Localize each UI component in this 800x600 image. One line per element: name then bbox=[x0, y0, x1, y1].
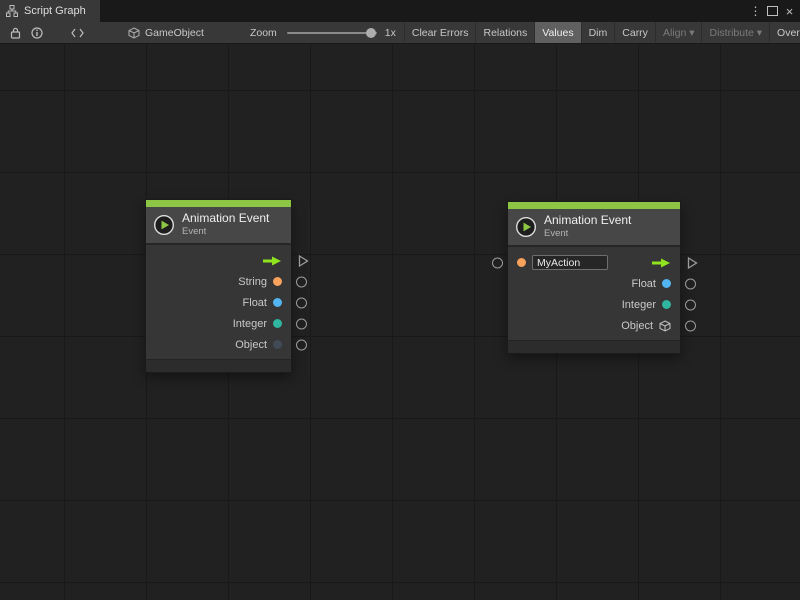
carry-button[interactable]: Carry bbox=[614, 22, 655, 44]
tab-script-graph[interactable]: Script Graph bbox=[0, 0, 100, 22]
node-accent-bar bbox=[146, 200, 291, 207]
zoom-value: 1x bbox=[385, 27, 396, 39]
code-icon[interactable] bbox=[66, 22, 88, 43]
float-type-icon bbox=[662, 279, 671, 288]
string-type-icon bbox=[517, 258, 526, 267]
node-animation-event-2[interactable]: Animation Event Event bbox=[508, 202, 680, 353]
script-graph-icon bbox=[6, 5, 18, 17]
window-titlebar: Script Graph ⋮ × bbox=[0, 0, 800, 22]
relations-button[interactable]: Relations bbox=[475, 22, 534, 44]
dim-button[interactable]: Dim bbox=[581, 22, 615, 44]
target-gameobject[interactable]: GameObject bbox=[128, 27, 204, 39]
name-input-port[interactable] bbox=[492, 257, 503, 268]
name-input-row bbox=[508, 252, 680, 273]
node-subtitle: Event bbox=[544, 228, 631, 239]
values-button[interactable]: Values bbox=[534, 22, 580, 44]
output-label: Integer bbox=[233, 318, 267, 330]
output-row-float: Float bbox=[146, 292, 291, 313]
node-header[interactable]: Animation Event Event bbox=[146, 207, 291, 245]
float-type-icon bbox=[273, 298, 282, 307]
zoom-label: Zoom bbox=[250, 27, 277, 39]
output-label: Object bbox=[235, 339, 267, 351]
action-name-field[interactable] bbox=[532, 255, 608, 270]
event-play-icon bbox=[515, 216, 537, 238]
align-button[interactable]: Align ▾ bbox=[655, 22, 702, 44]
output-label: String bbox=[238, 276, 267, 288]
output-row-integer: Integer bbox=[146, 313, 291, 334]
output-row-object: Object bbox=[508, 315, 680, 336]
integer-output-port[interactable] bbox=[685, 299, 696, 310]
object-type-icon bbox=[273, 340, 282, 349]
output-row-integer: Integer bbox=[508, 294, 680, 315]
node-title: Animation Event bbox=[544, 214, 631, 227]
tab-title: Script Graph bbox=[24, 5, 86, 17]
flow-output-port[interactable] bbox=[687, 256, 698, 269]
node-header[interactable]: Animation Event Event bbox=[508, 209, 680, 247]
string-type-icon bbox=[273, 277, 282, 286]
output-row-object: Object bbox=[146, 334, 291, 355]
node-animation-event-1[interactable]: Animation Event Event bbox=[146, 200, 291, 372]
output-row-string: String bbox=[146, 271, 291, 292]
object-cube-icon bbox=[659, 320, 671, 332]
zoom-slider[interactable] bbox=[287, 32, 377, 34]
lock-icon[interactable] bbox=[4, 22, 26, 43]
output-label: Float bbox=[632, 278, 656, 290]
distribute-button[interactable]: Distribute ▾ bbox=[701, 22, 769, 44]
node-title: Animation Event bbox=[182, 212, 269, 225]
node-footer bbox=[146, 359, 291, 372]
output-label: Float bbox=[243, 297, 267, 309]
float-output-port[interactable] bbox=[296, 297, 307, 308]
info-icon[interactable] bbox=[26, 22, 48, 43]
float-output-port[interactable] bbox=[685, 278, 696, 289]
integer-output-port[interactable] bbox=[296, 318, 307, 329]
graph-canvas[interactable]: Animation Event Event bbox=[0, 44, 800, 600]
node-subtitle: Event bbox=[182, 226, 269, 237]
output-label: Object bbox=[621, 320, 653, 332]
flow-arrow-icon bbox=[652, 257, 671, 269]
script-graph-window: Script Graph ⋮ × bbox=[0, 0, 800, 600]
zoom-slider-thumb[interactable] bbox=[366, 28, 376, 38]
event-play-icon bbox=[153, 214, 175, 236]
clear-errors-button[interactable]: Clear Errors bbox=[404, 22, 476, 44]
flow-output-row bbox=[146, 250, 291, 271]
node-body: String Float Integer Object bbox=[146, 245, 291, 359]
output-row-float: Float bbox=[508, 273, 680, 294]
node-body: Float Integer Object bbox=[508, 247, 680, 340]
object-output-port[interactable] bbox=[296, 339, 307, 350]
integer-type-icon bbox=[662, 300, 671, 309]
node-footer bbox=[508, 340, 680, 353]
graph-toolbar: GameObject Zoom 1x Clear Errors Relation… bbox=[0, 22, 800, 44]
gameobject-icon bbox=[128, 27, 140, 39]
string-output-port[interactable] bbox=[296, 276, 307, 287]
output-label: Integer bbox=[622, 299, 656, 311]
flow-output-port[interactable] bbox=[298, 254, 309, 267]
maximize-icon[interactable] bbox=[764, 0, 781, 22]
flow-arrow-icon bbox=[263, 255, 282, 267]
object-output-port[interactable] bbox=[685, 320, 696, 331]
target-label: GameObject bbox=[145, 27, 204, 39]
close-icon[interactable]: × bbox=[781, 0, 798, 22]
overview-button[interactable]: Overview bbox=[769, 22, 800, 44]
node-accent-bar bbox=[508, 202, 680, 209]
integer-type-icon bbox=[273, 319, 282, 328]
window-menu-icon[interactable]: ⋮ bbox=[747, 0, 764, 22]
